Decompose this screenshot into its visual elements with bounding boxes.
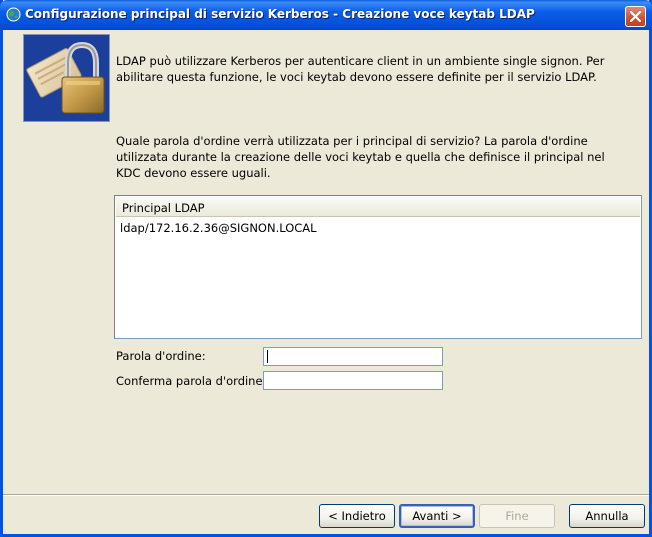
- cancel-button[interactable]: Annulla: [569, 504, 645, 528]
- finish-button: Fine: [479, 504, 555, 528]
- principal-list[interactable]: Principal LDAP ldap/172.16.2.36@SIGNON.L…: [114, 195, 642, 339]
- next-button[interactable]: Avanti >: [399, 504, 475, 528]
- text-caret: [267, 350, 268, 363]
- window-title: Configurazione principal di servizio Ker…: [25, 7, 535, 21]
- password-label: Parola d'ordine:: [116, 349, 206, 363]
- password-field[interactable]: [263, 347, 443, 366]
- list-item[interactable]: ldap/172.16.2.36@SIGNON.LOCAL: [120, 221, 317, 235]
- button-separator: [3, 494, 649, 496]
- wizard-banner-image: [23, 34, 110, 122]
- globe-icon: [6, 7, 21, 22]
- principal-list-header[interactable]: Principal LDAP: [116, 197, 640, 217]
- wizard-window: Configurazione principal di servizio Ker…: [0, 0, 652, 537]
- close-icon: [630, 11, 641, 22]
- padlock-icon: [26, 41, 105, 114]
- password-question-description: Quale parola d'ordine verrà utilizzata p…: [116, 134, 605, 180]
- confirm-password-label: Conferma parola d'ordine:: [116, 374, 267, 388]
- confirm-password-field[interactable]: [263, 371, 443, 390]
- principal-column-label: Principal LDAP: [122, 201, 205, 215]
- intro-description: LDAP può utilizzare Kerberos per autenti…: [116, 54, 605, 84]
- back-button[interactable]: < Indietro: [319, 504, 395, 528]
- title-bar: Configurazione principal di servizio Ker…: [0, 0, 652, 30]
- close-button[interactable]: [625, 6, 646, 27]
